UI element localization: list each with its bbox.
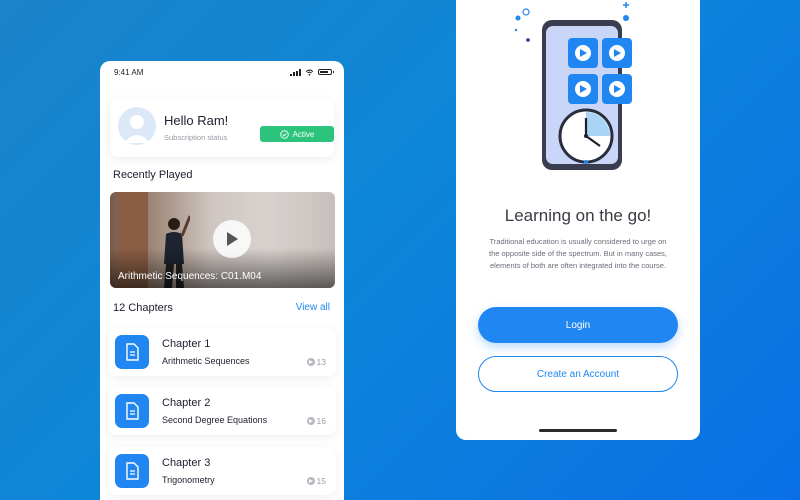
chapters-heading: 12 Chapters bbox=[113, 302, 173, 314]
chapter-card[interactable]: Chapter 1 Arithmetic Sequences 13 bbox=[108, 328, 336, 376]
chapter-video-count: 15 bbox=[306, 476, 326, 486]
chapter-card[interactable]: Chapter 3 Trigonometry 15 bbox=[108, 447, 336, 495]
onboarding-description: Traditional education is usually conside… bbox=[488, 237, 667, 270]
status-time: 9:41 AM bbox=[114, 67, 144, 77]
video-title: Arithmetic Sequences: C01.M04 bbox=[118, 271, 262, 282]
chapter-title: Chapter 3 bbox=[162, 457, 211, 469]
login-button[interactable]: Login bbox=[478, 307, 678, 343]
play-icon bbox=[306, 417, 315, 425]
chapter-video-count: 16 bbox=[306, 416, 326, 426]
chapter-subtitle: Arithmetic Sequences bbox=[162, 356, 250, 366]
play-icon bbox=[306, 358, 315, 366]
check-circle-icon bbox=[279, 129, 289, 139]
chapter-subtitle: Trigonometry bbox=[162, 475, 215, 485]
document-icon bbox=[126, 402, 139, 420]
phone-videos-clock-illustration bbox=[514, 2, 632, 170]
profile-card[interactable]: Hello Ram! Subscription status Active bbox=[110, 99, 334, 157]
onboarding-headline: Learning on the go! bbox=[504, 206, 652, 225]
create-account-button[interactable]: Create an Account bbox=[478, 356, 678, 392]
home-indicator bbox=[539, 429, 617, 432]
status-bar: 9:41 AM bbox=[100, 61, 344, 83]
view-all-link[interactable]: View all bbox=[296, 302, 330, 313]
chapter-title: Chapter 1 bbox=[162, 338, 211, 350]
chapter-subtitle: Second Degree Equations bbox=[162, 415, 268, 425]
chapter-title: Chapter 2 bbox=[162, 397, 211, 409]
play-icon bbox=[306, 477, 315, 485]
document-icon bbox=[126, 343, 139, 361]
wifi-icon bbox=[305, 69, 314, 76]
status-badge: Active bbox=[260, 126, 334, 142]
status-badge-label: Active bbox=[292, 129, 315, 139]
chapter-card[interactable]: Chapter 2 Second Degree Equations 16 bbox=[108, 387, 336, 435]
battery-icon bbox=[318, 69, 334, 75]
play-button[interactable] bbox=[213, 220, 251, 258]
avatar[interactable] bbox=[118, 107, 156, 145]
user-avatar-icon bbox=[124, 115, 150, 143]
greeting-text: Hello Ram! bbox=[164, 113, 229, 128]
play-icon bbox=[227, 232, 238, 246]
recently-played-heading: Recently Played bbox=[113, 169, 193, 181]
signal-icon bbox=[290, 68, 301, 76]
phone-left-screen: 9:41 AM Hello Ram! Subscription status A… bbox=[100, 61, 344, 500]
document-icon bbox=[126, 462, 139, 480]
phone-right-screen: Learning on the go! Traditional educatio… bbox=[456, 0, 700, 440]
subscription-status-label: Subscription status bbox=[164, 133, 228, 142]
chapter-video-count: 13 bbox=[306, 357, 326, 367]
recently-played-video[interactable]: Arithmetic Sequences: C01.M04 bbox=[110, 192, 335, 288]
